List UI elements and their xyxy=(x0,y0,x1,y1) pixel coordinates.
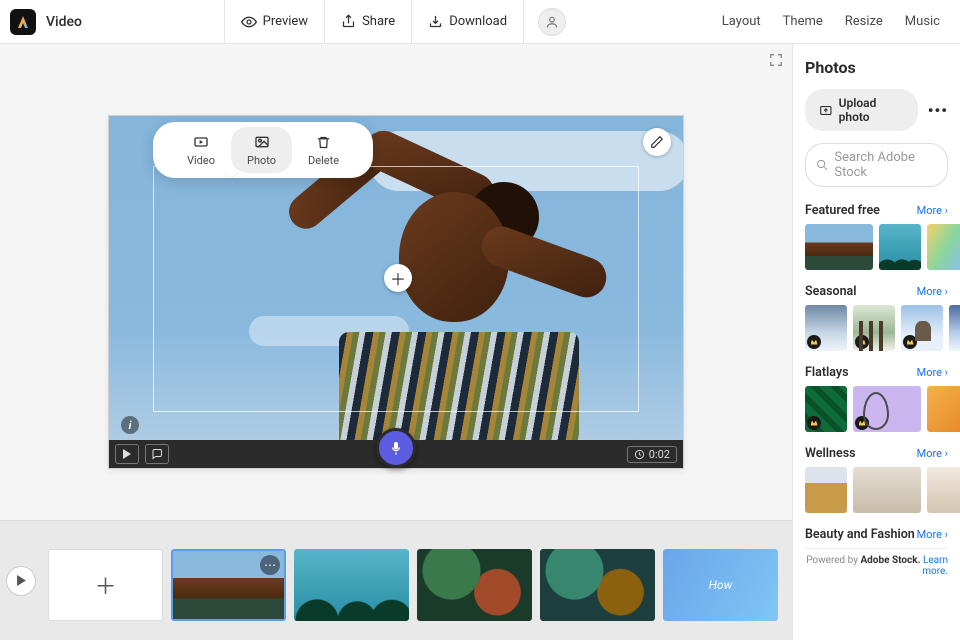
search-placeholder: Search Adobe Stock xyxy=(834,150,937,180)
clock-icon xyxy=(634,449,645,460)
clip-options-button[interactable]: ⋯ xyxy=(260,555,280,575)
account-button[interactable] xyxy=(538,8,566,36)
panel-footer: Powered by Adobe Stock. Learn more. xyxy=(805,548,948,577)
timeline-play-button[interactable] xyxy=(6,566,36,596)
canvas-area: ＋ i Video Photo Delete xyxy=(0,44,792,640)
section-flatlays-more[interactable]: More › xyxy=(917,366,948,379)
download-icon xyxy=(428,14,443,29)
play-icon xyxy=(16,575,27,586)
learn-more-link[interactable]: Learn more. xyxy=(922,555,948,577)
stock-thumb[interactable] xyxy=(805,386,847,432)
timeline-clip-4[interactable]: 4 xyxy=(540,549,655,621)
layout-link[interactable]: Layout xyxy=(722,14,761,29)
add-element-button[interactable]: ＋ xyxy=(384,264,412,292)
resize-link[interactable]: Resize xyxy=(845,14,883,29)
project-title[interactable]: Video xyxy=(46,14,82,30)
stock-thumb[interactable] xyxy=(927,224,960,270)
timeline-clip-2[interactable]: 2 xyxy=(294,549,409,621)
edit-photo-button[interactable] xyxy=(643,128,671,156)
top-bar: Video Preview Share Download Layout Them… xyxy=(0,0,960,44)
section-seasonal-more[interactable]: More › xyxy=(917,285,948,298)
photo-icon xyxy=(254,134,270,150)
upload-photo-button[interactable]: Upload photo xyxy=(805,89,918,131)
premium-badge-icon xyxy=(807,416,821,430)
add-clip-button[interactable]: ＋ xyxy=(48,549,163,621)
section-beauty-label: Beauty and Fashion xyxy=(805,527,915,542)
stock-thumb[interactable] xyxy=(853,386,921,432)
caption-button[interactable] xyxy=(145,444,169,464)
top-center-actions: Preview Share Download xyxy=(224,0,524,44)
share-button[interactable]: Share xyxy=(324,0,411,44)
section-featured-label: Featured free xyxy=(805,203,880,218)
stock-thumb[interactable] xyxy=(949,305,960,351)
microphone-icon xyxy=(388,440,404,456)
video-icon xyxy=(193,134,209,150)
premium-badge-icon xyxy=(903,335,917,349)
stock-thumb[interactable] xyxy=(853,305,895,351)
section-wellness-more[interactable]: More › xyxy=(917,447,948,460)
stock-search-input[interactable]: Search Adobe Stock xyxy=(805,143,948,187)
upload-icon xyxy=(819,103,833,118)
premium-badge-icon xyxy=(855,416,869,430)
timeline-clip-3[interactable]: 3 xyxy=(417,549,532,621)
stock-thumb[interactable] xyxy=(853,467,921,513)
popover-photo-option[interactable]: Photo xyxy=(231,127,292,173)
trash-icon xyxy=(316,135,331,150)
stage-control-bar: 0:02 xyxy=(109,440,683,468)
timeline-clip-5[interactable]: How5 xyxy=(663,549,778,621)
app-logo[interactable] xyxy=(10,9,36,35)
popover-delete-option[interactable]: Delete xyxy=(292,133,355,167)
panel-more-button[interactable]: ••• xyxy=(928,101,948,120)
theme-link[interactable]: Theme xyxy=(783,14,823,29)
download-button[interactable]: Download xyxy=(411,0,524,44)
play-icon xyxy=(122,449,132,459)
premium-badge-icon xyxy=(855,335,869,349)
info-badge[interactable]: i xyxy=(121,416,139,434)
pencil-icon xyxy=(650,135,664,149)
section-beauty-more[interactable]: More › xyxy=(917,528,948,541)
play-button[interactable] xyxy=(115,444,139,464)
speech-bubble-icon xyxy=(151,448,163,460)
clip-duration[interactable]: 0:02 xyxy=(627,446,677,463)
popover-video-option[interactable]: Video xyxy=(171,133,231,167)
person-icon xyxy=(545,15,559,29)
record-voiceover-button[interactable] xyxy=(376,428,416,468)
music-link[interactable]: Music xyxy=(905,14,940,29)
stock-thumb[interactable] xyxy=(805,305,847,351)
media-type-popover: Video Photo Delete xyxy=(153,122,373,178)
section-wellness-label: Wellness xyxy=(805,446,856,461)
search-icon xyxy=(816,158,828,172)
stock-thumb[interactable] xyxy=(805,224,873,270)
premium-badge-icon xyxy=(807,335,821,349)
share-icon xyxy=(341,14,356,29)
section-featured-more[interactable]: More › xyxy=(917,204,948,217)
timeline-clip-1[interactable]: ⋯ 1 xyxy=(171,549,286,621)
section-seasonal-label: Seasonal xyxy=(805,284,857,299)
panel-title: Photos xyxy=(805,58,948,77)
photos-panel: Photos Upload photo ••• Search Adobe Sto… xyxy=(792,44,960,640)
top-right-links: Layout Theme Resize Music xyxy=(722,14,950,29)
timeline: ＋ ⋯ 1 2 3 4 How5 xyxy=(0,520,792,640)
section-flatlays-label: Flatlays xyxy=(805,365,849,380)
fullscreen-button[interactable] xyxy=(768,52,784,68)
preview-button[interactable]: Preview xyxy=(224,0,324,44)
stock-thumb[interactable] xyxy=(901,305,943,351)
stock-thumb[interactable] xyxy=(927,467,960,513)
stock-thumb[interactable] xyxy=(805,467,847,513)
stock-thumb[interactable] xyxy=(879,224,921,270)
stock-thumb[interactable] xyxy=(927,386,960,432)
eye-icon xyxy=(241,14,257,30)
video-stage[interactable]: ＋ i Video Photo Delete xyxy=(108,115,684,469)
fullscreen-icon xyxy=(768,52,784,68)
